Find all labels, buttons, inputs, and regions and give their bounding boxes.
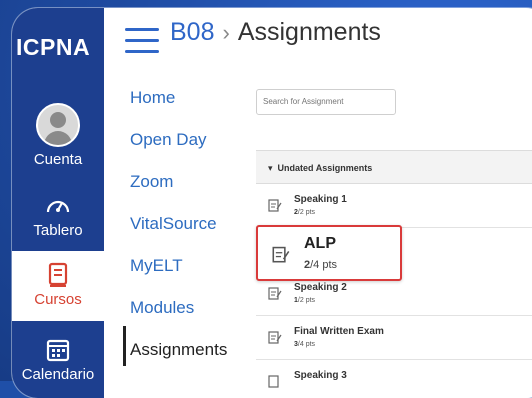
rail-item-calendario[interactable]: Calendario <box>12 336 104 383</box>
icpna-logo: ICPNA <box>16 34 91 60</box>
book-icon <box>48 262 68 287</box>
assignment-title[interactable]: Speaking 1 <box>294 194 347 205</box>
course-nav-home[interactable]: Home <box>130 88 175 108</box>
course-nav-assignments[interactable]: Assignments <box>130 340 227 360</box>
assignment-row[interactable]: Final Written Exam 3/4 pts <box>256 316 532 360</box>
assignment-group-header[interactable]: ▾ Undated Assignments <box>256 150 532 184</box>
active-nav-indicator <box>123 326 126 366</box>
rail-item-cursos[interactable]: Cursos <box>12 251 104 321</box>
assignment-title[interactable]: Final Written Exam <box>294 326 384 337</box>
dashboard-icon <box>46 200 70 213</box>
course-nav-zoom[interactable]: Zoom <box>130 172 173 192</box>
assignment-icon <box>268 287 282 300</box>
assignment-icon <box>268 199 282 212</box>
avatar-icon <box>36 103 80 147</box>
assignment-icon <box>272 246 290 263</box>
rail-item-label: Calendario <box>21 366 95 383</box>
assignment-points: 1/2 pts <box>294 297 316 304</box>
breadcrumb: B08 › Assignments <box>170 18 381 47</box>
rail-item-cuenta[interactable]: Cuenta <box>12 103 104 168</box>
assignment-title[interactable]: Speaking 3 <box>294 370 347 381</box>
breadcrumb-separator: › <box>222 20 230 45</box>
assignment-points: 2/4 pts <box>304 259 338 271</box>
canvas-window: ICPNA Cuenta Tablero Cursos Calendario B… <box>12 8 532 398</box>
assignment-icon <box>268 331 282 344</box>
assignment-row[interactable]: Speaking 1 2/2 pts <box>256 184 532 228</box>
rail-item-label: Cuenta <box>33 151 83 168</box>
assignment-points: 2/2 pts <box>294 209 316 216</box>
calendar-icon <box>46 339 70 362</box>
assignment-row[interactable]: Speaking 3 <box>256 360 532 398</box>
caret-down-icon: ▾ <box>268 163 273 173</box>
breadcrumb-course-link[interactable]: B08 <box>170 18 214 46</box>
course-nav-myelt[interactable]: MyELT <box>130 256 183 276</box>
group-title: Undated Assignments <box>277 163 373 173</box>
rail-item-tablero[interactable]: Tablero <box>12 192 104 239</box>
assignment-row-highlighted[interactable]: ALP 2/4 pts <box>256 225 402 281</box>
global-nav-rail: ICPNA Cuenta Tablero Cursos Calendario <box>12 8 104 398</box>
rail-item-label: Cursos <box>34 291 82 308</box>
assignment-title[interactable]: ALP <box>304 235 336 253</box>
course-nav-open-day[interactable]: Open Day <box>130 130 207 150</box>
course-nav-modules[interactable]: Modules <box>130 298 194 318</box>
hamburger-menu-icon[interactable] <box>125 28 159 54</box>
assignment-points: 3/4 pts <box>294 341 316 348</box>
course-nav-vitalsource[interactable]: VitalSource <box>130 214 217 234</box>
search-input[interactable] <box>256 89 396 115</box>
assignment-icon <box>268 375 279 388</box>
rail-item-label: Tablero <box>33 222 83 239</box>
page-title: Assignments <box>237 18 381 46</box>
assignment-title[interactable]: Speaking 2 <box>294 282 347 293</box>
